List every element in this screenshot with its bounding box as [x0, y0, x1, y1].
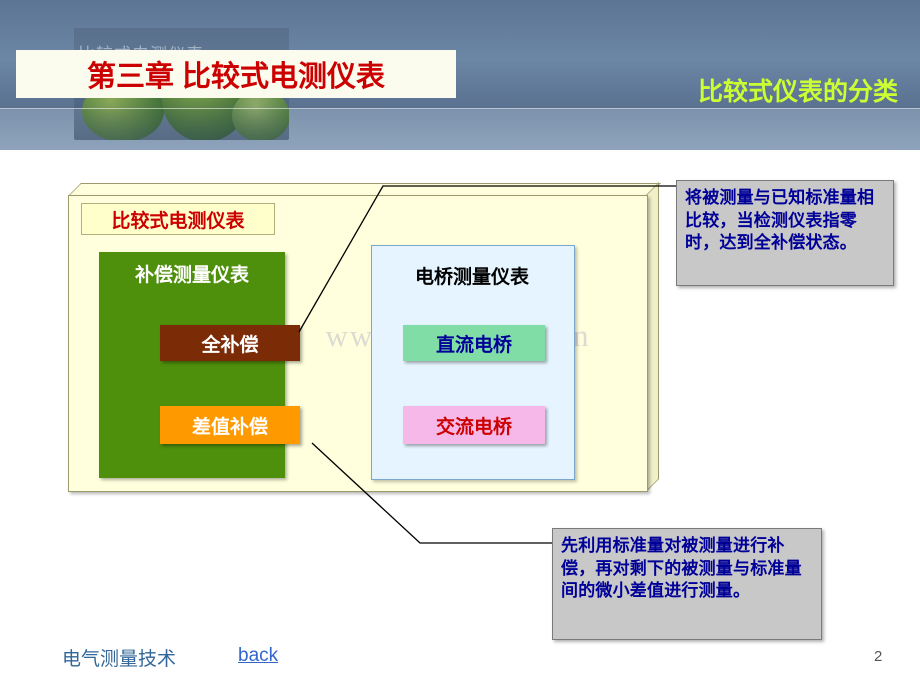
chip-dc-bridge: 直流电桥 — [403, 325, 545, 361]
footer-course-label: 电气测量技术 — [62, 649, 177, 670]
chip-ac-bridge: 交流电桥 — [403, 406, 545, 444]
outer-box-label-text: 比较式电测仪表 — [111, 210, 245, 232]
page-number: 2 — [874, 648, 883, 665]
chip-dc-bridge-label: 直流电桥 — [435, 334, 512, 356]
page-subtitle: 比较式仪表的分类 — [697, 78, 898, 106]
back-link[interactable]: back — [238, 645, 278, 667]
chip-full-compensation-label: 全补偿 — [201, 334, 259, 356]
page-title: 第三章 比较式电测仪表 — [16, 50, 456, 98]
callout-full-compensation-text: 将被测量与已知标准量相比较，当检测仪表指零时，达到全补偿状态。 — [685, 188, 875, 253]
page-title-text: 第三章 比较式电测仪表 — [86, 61, 386, 93]
chip-full-compensation: 全补偿 — [160, 325, 300, 361]
compensation-group-title: 补偿测量仪表 — [134, 265, 249, 286]
chip-difference-compensation: 差值补偿 — [160, 406, 300, 444]
header-divider — [0, 108, 920, 109]
chip-difference-compensation-label: 差值补偿 — [191, 416, 268, 438]
outer-box-label: 比较式电测仪表 — [81, 203, 275, 235]
chip-ac-bridge-label: 交流电桥 — [435, 416, 512, 438]
callout-difference-compensation: 先利用标准量对被测量进行补偿，再对剩下的被测量与标准量间的微小差值进行测量。 — [552, 528, 822, 640]
callout-full-compensation: 将被测量与已知标准量相比较，当检测仪表指零时，达到全补偿状态。 — [676, 180, 894, 286]
callout-difference-compensation-text: 先利用标准量对被测量进行补偿，再对剩下的被测量与标准量间的微小差值进行测量。 — [561, 536, 802, 601]
bridge-group-title: 电桥测量仪表 — [414, 267, 529, 288]
